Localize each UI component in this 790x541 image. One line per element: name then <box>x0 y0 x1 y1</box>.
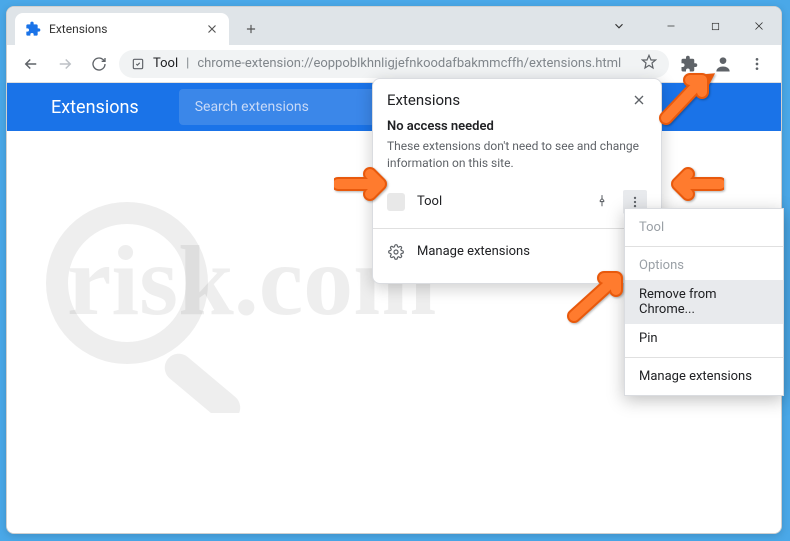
arrow-to-remove-chrome <box>564 264 634 328</box>
extension-context-menu: Tool Options Remove from Chrome... Pin M… <box>624 208 784 396</box>
ctx-item-manage[interactable]: Manage extensions <box>625 362 783 391</box>
extensions-popup: Extensions No access needed These extens… <box>372 78 662 284</box>
popup-close-icon[interactable] <box>631 92 647 108</box>
bookmark-star-icon[interactable] <box>641 54 657 74</box>
new-tab-button[interactable] <box>237 15 265 43</box>
popup-divider <box>373 228 661 229</box>
search-extensions-input[interactable]: Search extensions <box>179 89 379 125</box>
address-prefix: Tool <box>153 56 178 71</box>
manage-extensions-label: Manage extensions <box>417 244 647 259</box>
minimize-button[interactable] <box>649 7 693 45</box>
no-access-description: These extensions don't need to see and c… <box>387 138 647 172</box>
arrow-to-tool-extension <box>334 166 394 206</box>
address-url: chrome-extension://eoppoblkhnligjefnkood… <box>197 56 621 71</box>
ctx-item-tool[interactable]: Tool <box>625 213 783 242</box>
page-title: Extensions <box>51 97 139 118</box>
arrow-to-more-menu <box>664 166 724 206</box>
ctx-item-pin[interactable]: Pin <box>625 324 783 353</box>
window-controls <box>597 7 781 45</box>
no-access-heading: No access needed <box>387 119 647 134</box>
arrow-to-extensions-icon <box>658 66 718 130</box>
chrome-menu-icon[interactable] <box>743 50 771 78</box>
search-placeholder: Search extensions <box>195 99 309 115</box>
browser-tab[interactable]: Extensions <box>15 13 229 45</box>
back-button[interactable] <box>17 50 45 78</box>
tab-dropdown-icon[interactable] <box>597 7 641 45</box>
extension-item-label: Tool <box>417 194 583 209</box>
reload-button[interactable] <box>85 50 113 78</box>
titlebar: Extensions <box>7 7 781 45</box>
tab-title: Extensions <box>49 22 197 36</box>
extension-icon <box>25 21 41 37</box>
address-bar[interactable]: Tool | chrome-extension://eoppoblkhnligj… <box>119 50 669 78</box>
close-window-button[interactable] <box>737 7 781 45</box>
popup-title: Extensions <box>387 91 460 109</box>
ctx-divider <box>625 246 783 247</box>
site-info-icon <box>131 57 145 71</box>
maximize-button[interactable] <box>693 7 737 45</box>
tab-close-icon[interactable] <box>205 22 219 36</box>
ctx-item-remove[interactable]: Remove from Chrome... <box>625 280 783 324</box>
forward-button[interactable] <box>51 50 79 78</box>
ctx-item-options[interactable]: Options <box>625 251 783 280</box>
watermark-magnifier <box>37 193 257 417</box>
pin-icon[interactable] <box>595 194 611 210</box>
gear-icon <box>387 243 405 261</box>
extension-row-tool[interactable]: Tool <box>373 180 661 224</box>
ctx-divider <box>625 357 783 358</box>
